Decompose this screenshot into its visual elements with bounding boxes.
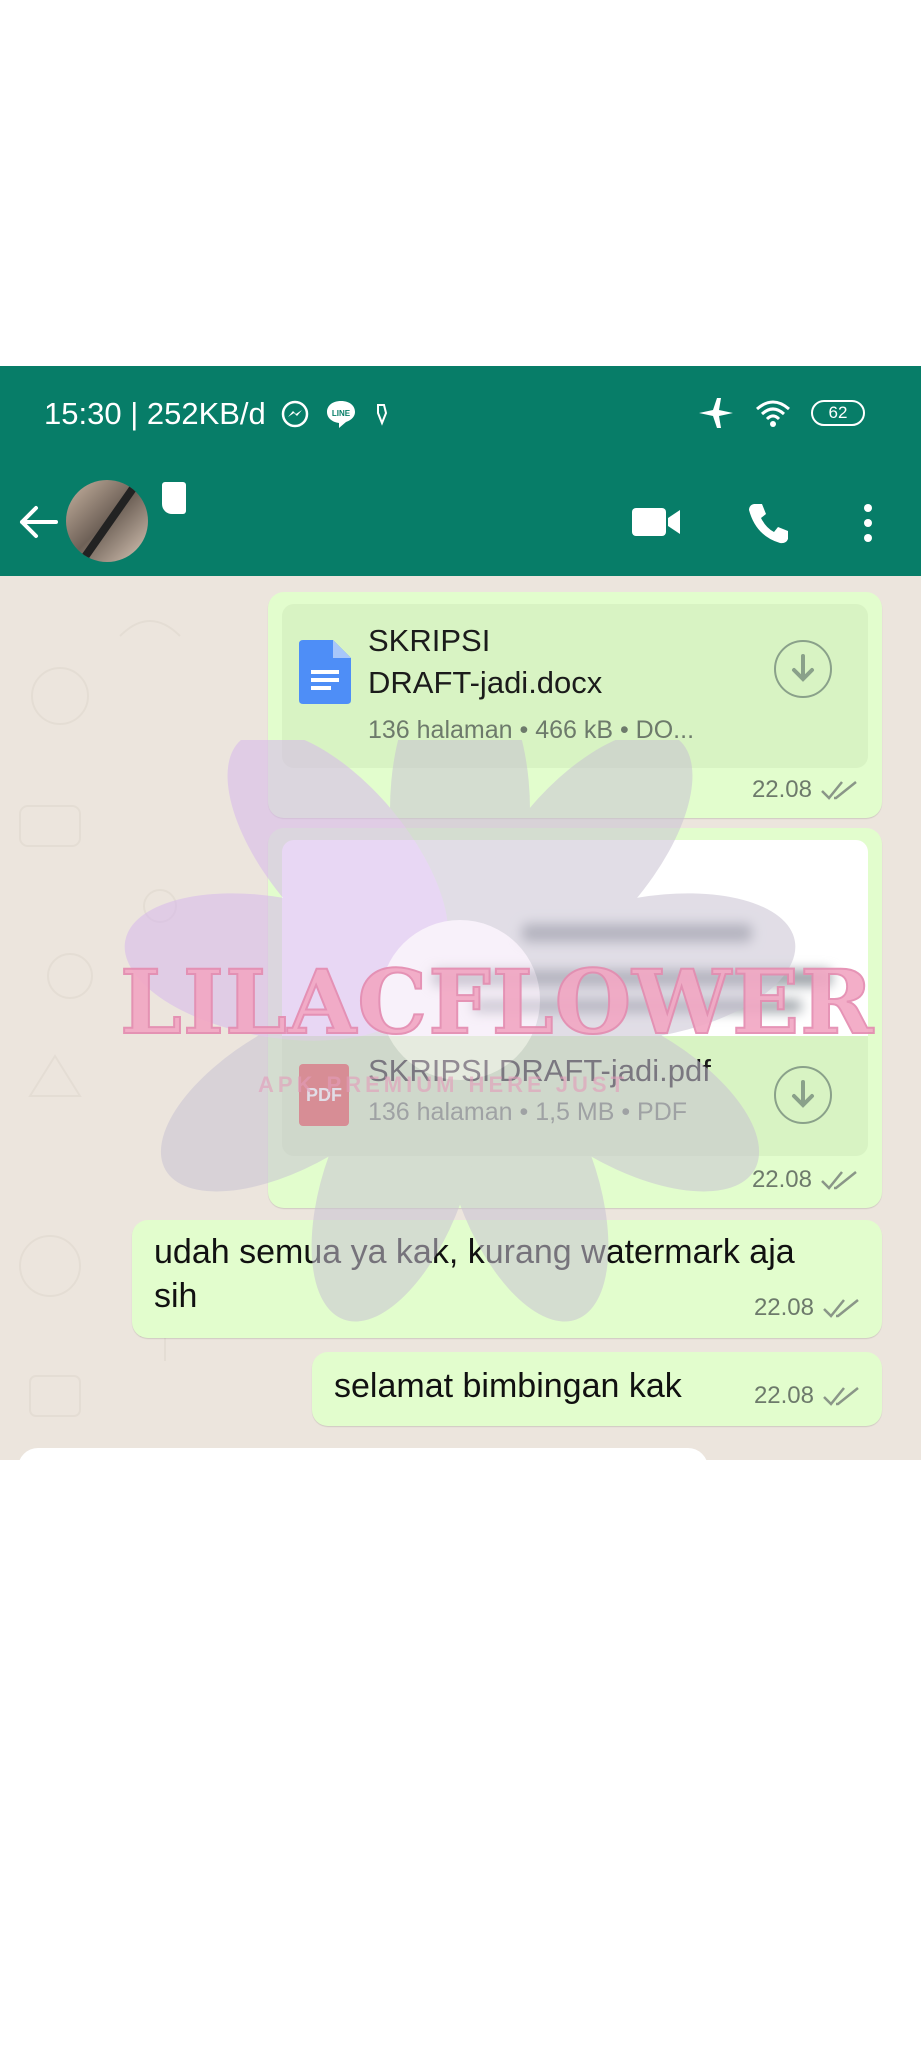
contact-avatar[interactable] — [66, 480, 148, 562]
line-icon: LINE — [326, 401, 355, 428]
phone-call-icon[interactable] — [746, 500, 792, 546]
watermark-text: LILACFLOWER — [119, 949, 875, 1055]
contact-name[interactable] — [162, 482, 186, 514]
google-docs-icon — [299, 640, 351, 704]
document-name: SKRIPSI DRAFT-jadi.docx — [368, 620, 602, 704]
airplane-icon — [699, 398, 733, 428]
blurred-preview-content — [522, 924, 752, 942]
document-name-line1: SKRIPSI — [368, 623, 491, 658]
notification-icon — [376, 404, 387, 426]
download-arrow-icon — [792, 1080, 814, 1108]
watermark-subtext: APK PREMIUM HERE JUST — [258, 1072, 629, 1097]
double-check-icon — [823, 1299, 859, 1318]
document-meta: 136 halaman • 1,5 MB • PDF — [368, 1098, 688, 1126]
status-bar: 15:30 | 252KB/d LINE 62 — [0, 366, 921, 466]
message-time: 22.08 — [754, 1294, 860, 1322]
video-call-icon[interactable] — [630, 502, 682, 542]
message-line2: sih — [154, 1277, 198, 1315]
messenger-icon — [281, 400, 309, 428]
message-time: 22.08 — [754, 1382, 860, 1410]
message-timestamp: 22.08 — [753, 1294, 814, 1321]
message-timestamp: 22.08 — [751, 1166, 812, 1193]
message-body: selamat bimbingan kak — [334, 1367, 682, 1405]
document-card[interactable]: SKRIPSI DRAFT-jadi.docx 136 halaman • 46… — [282, 604, 868, 768]
download-arrow-icon — [792, 654, 814, 682]
message-text[interactable]: selamat bimbingan kak 22.08 — [312, 1352, 882, 1426]
svg-text:LINE: LINE — [332, 409, 351, 418]
battery-indicator: 62 — [811, 400, 865, 426]
message-timestamp: 22.08 — [753, 1382, 814, 1409]
status-left: 15:30 | 252KB/d LINE — [44, 396, 392, 432]
wifi-icon — [756, 400, 790, 427]
double-check-icon — [821, 1171, 857, 1190]
status-time-speed: 15:30 | 252KB/d — [44, 396, 266, 431]
document-name-line2: DRAFT-jadi.docx — [368, 665, 603, 700]
message-timestamp: 22.08 — [751, 776, 812, 803]
whatsapp-chat-screen: 15:30 | 252KB/d LINE 62 SKRIPSI DRAFT-ja… — [0, 366, 921, 1460]
message-input-bar-edge[interactable] — [18, 1448, 708, 1460]
message-text[interactable]: udah semua ya kak, kurang watermark aja … — [132, 1220, 882, 1338]
status-right: 62 — [697, 396, 865, 430]
message-document-docx[interactable]: SKRIPSI DRAFT-jadi.docx 136 halaman • 46… — [268, 592, 882, 818]
message-line1: udah semua ya kak, kurang watermark aja — [154, 1233, 795, 1271]
chat-header — [0, 466, 921, 576]
back-arrow-icon[interactable] — [16, 500, 60, 544]
download-button[interactable] — [774, 640, 832, 698]
message-body: udah semua ya kak, kurang watermark aja … — [154, 1230, 795, 1318]
more-options-icon[interactable] — [856, 500, 880, 546]
download-button[interactable] — [774, 1066, 832, 1124]
message-time: 22.08 — [752, 1166, 858, 1194]
double-check-icon — [821, 781, 857, 800]
message-time: 22.08 — [752, 776, 858, 804]
document-meta: 136 halaman • 466 kB • DO... — [368, 716, 695, 744]
double-check-icon — [823, 1387, 859, 1406]
